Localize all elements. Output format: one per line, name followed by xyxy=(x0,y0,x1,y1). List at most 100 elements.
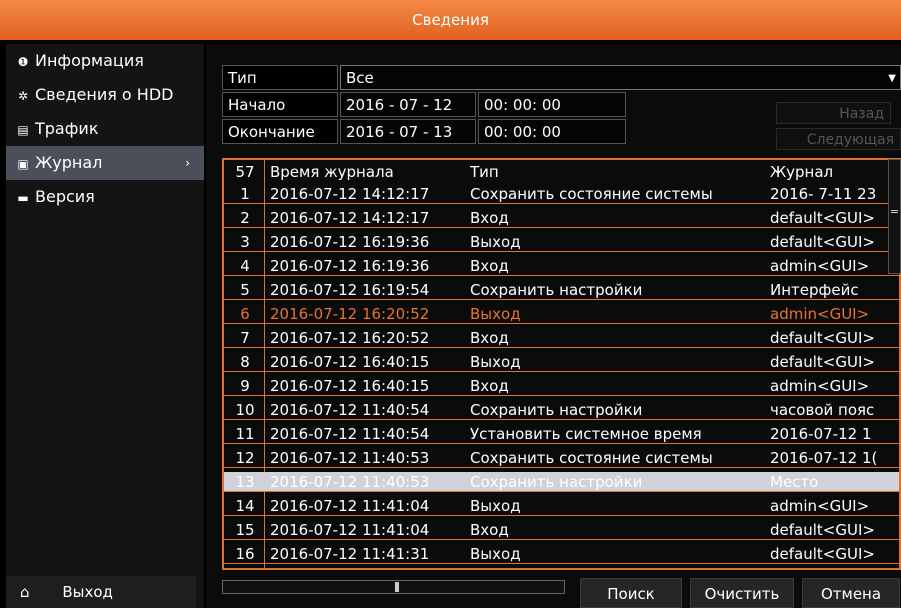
clear-button[interactable]: Очистить xyxy=(690,578,794,608)
row-divider xyxy=(224,443,899,444)
header-journal[interactable]: Журнал xyxy=(770,162,899,182)
row-divider xyxy=(224,347,899,348)
row-number: 7 xyxy=(240,329,250,347)
header-type[interactable]: Тип xyxy=(470,162,770,182)
row-time: 2016-07-12 11:41:31 xyxy=(270,545,430,563)
chevron-down-icon: ▼ xyxy=(888,73,896,84)
logout-label: Выход xyxy=(62,583,113,601)
table-row[interactable]: 2 2016-07-12 14:12:17 Вход default<GUI> xyxy=(224,208,899,228)
row-journal: Место xyxy=(770,473,819,491)
sidebar-item-label: Трафик xyxy=(35,119,99,138)
type-label: Тип xyxy=(222,65,338,90)
end-date-field[interactable]: 2016 - 07 - 13 xyxy=(340,119,476,144)
table-row[interactable]: 15 2016-07-12 11:41:04 Вход default<GUI> xyxy=(224,520,899,540)
logout-button[interactable]: ⌂ Выход xyxy=(6,576,196,608)
row-number: 1 xyxy=(240,185,250,203)
table-row[interactable]: 11 2016-07-12 11:40:54 Установить системно… xyxy=(224,424,899,444)
row-type: Выход xyxy=(470,233,521,251)
row-time: 2016-07-12 11:41:04 xyxy=(270,521,430,539)
sidebar-item-label: Журнал xyxy=(35,153,103,172)
log-table: 57 Время журнала Тип Журнал 1 2016-07-12 … xyxy=(222,158,901,570)
window-title: Сведения xyxy=(0,0,901,40)
table-row[interactable]: 9 2016-07-12 16:40:15 Вход admin<GUI> xyxy=(224,376,899,396)
type-select[interactable]: Все ▼ xyxy=(340,65,901,90)
row-divider xyxy=(224,371,899,372)
row-number: 13 xyxy=(235,473,255,491)
table-row[interactable]: 1 2016-07-12 14:12:17 Сохранить состояние … xyxy=(224,184,899,204)
row-journal: Интерфейс xyxy=(770,281,859,299)
row-divider xyxy=(224,275,899,276)
sidebar-item-label: Информация xyxy=(35,51,144,70)
table-row[interactable]: 14 2016-07-12 11:41:04 Выход admin<GUI> xyxy=(224,496,899,516)
table-row[interactable]: 12 2016-07-12 11:40:53 Сохранить состояние… xyxy=(224,448,899,468)
sidebar-item-label: Сведения о HDD xyxy=(35,85,174,104)
sidebar-item-log[interactable]: ▣ Журнал › xyxy=(6,146,204,180)
table-row[interactable]: 13 2016-07-12 11:40:53 Сохранить настройки… xyxy=(224,472,899,492)
row-journal: 2016- 7-11 23 xyxy=(770,185,877,203)
row-type: Сохранить настройки xyxy=(470,473,643,491)
row-divider xyxy=(224,563,899,564)
info-icon: ❶ xyxy=(17,55,29,69)
row-type: Выход xyxy=(470,545,521,563)
row-divider xyxy=(224,419,899,420)
header-time[interactable]: Время журнала xyxy=(270,162,470,182)
start-date-field[interactable]: 2016 - 07 - 12 xyxy=(340,92,476,117)
main-panel: Тип Все ▼ Начало 2016 - 07 - 12 00: 00: … xyxy=(206,44,901,608)
row-number: 6 xyxy=(240,305,250,323)
table-row[interactable]: 6 2016-07-12 16:20:52 Выход admin<GUI> xyxy=(224,304,899,324)
row-number: 15 xyxy=(235,521,255,539)
sidebar-item-hdd[interactable]: ✲ Сведения о HDD xyxy=(6,78,204,112)
row-type: Выход xyxy=(470,497,521,515)
row-time: 2016-07-12 16:19:36 xyxy=(270,257,430,275)
table-row[interactable]: 8 2016-07-12 16:40:15 Выход default<GUI> xyxy=(224,352,899,372)
row-number: 12 xyxy=(235,449,255,467)
header-count: 57 xyxy=(235,163,255,181)
row-number: 16 xyxy=(235,545,255,563)
table-row[interactable]: 16 2016-07-12 11:41:31 Выход default<GUI> xyxy=(224,544,899,564)
row-time: 2016-07-12 14:12:17 xyxy=(270,209,430,227)
table-row[interactable]: 5 2016-07-12 16:19:54 Сохранить настройки И… xyxy=(224,280,899,300)
row-time: 2016-07-12 16:19:36 xyxy=(270,233,430,251)
sidebar-item-info[interactable]: ❶ Информация xyxy=(6,44,204,78)
start-time-field[interactable]: 00: 00: 00 xyxy=(478,92,626,117)
horizontal-scroll-thumb[interactable] xyxy=(395,582,399,592)
hdd-icon: ✲ xyxy=(17,89,29,103)
row-divider xyxy=(224,251,899,252)
next-page-button[interactable]: Следующая xyxy=(776,128,901,150)
table-row[interactable]: 7 2016-07-12 16:20:52 Вход default<GUI> xyxy=(224,328,899,348)
row-journal: admin<GUI> xyxy=(770,497,870,515)
vertical-scrollbar[interactable] xyxy=(888,159,901,274)
cancel-button[interactable]: Отмена xyxy=(802,578,900,608)
prev-page-button[interactable]: Назад xyxy=(776,102,891,124)
scroll-grip-icon xyxy=(891,210,898,213)
row-time: 2016-07-12 16:20:52 xyxy=(270,329,430,347)
row-type: Вход xyxy=(470,257,509,275)
sidebar-item-label: Версия xyxy=(35,187,95,206)
sidebar-item-version[interactable]: ▬ Версия xyxy=(6,180,204,214)
row-journal: admin<GUI> xyxy=(770,305,870,323)
table-row[interactable]: 4 2016-07-12 16:19:36 Вход admin<GUI> xyxy=(224,256,899,276)
row-divider xyxy=(224,467,899,468)
table-row[interactable]: 3 2016-07-12 16:19:36 Выход default<GUI> xyxy=(224,232,899,252)
horizontal-scrollbar[interactable] xyxy=(222,580,565,594)
row-divider xyxy=(224,491,899,492)
row-journal: default<GUI> xyxy=(770,353,875,371)
log-icon: ▣ xyxy=(17,157,29,171)
row-number: 9 xyxy=(240,377,250,395)
sidebar-item-traffic[interactable]: ▤ Трафик xyxy=(6,112,204,146)
end-time-field[interactable]: 00: 00: 00 xyxy=(478,119,626,144)
chevron-right-icon: › xyxy=(185,156,190,170)
row-type: Вход xyxy=(470,521,509,539)
row-journal: default<GUI> xyxy=(770,521,875,539)
row-type: Сохранить состояние системы xyxy=(470,185,713,203)
row-number: 4 xyxy=(240,257,250,275)
row-journal: часовой пояс xyxy=(770,401,875,419)
row-journal: default<GUI> xyxy=(770,233,875,251)
table-row[interactable]: 10 2016-07-12 11:40:54 Сохранить настройки… xyxy=(224,400,899,420)
row-number: 14 xyxy=(235,497,255,515)
row-type: Вход xyxy=(470,209,509,227)
row-journal: default<GUI> xyxy=(770,329,875,347)
version-icon: ▬ xyxy=(17,191,29,205)
search-button[interactable]: Поиск xyxy=(580,578,682,608)
row-type: Выход xyxy=(470,305,521,323)
